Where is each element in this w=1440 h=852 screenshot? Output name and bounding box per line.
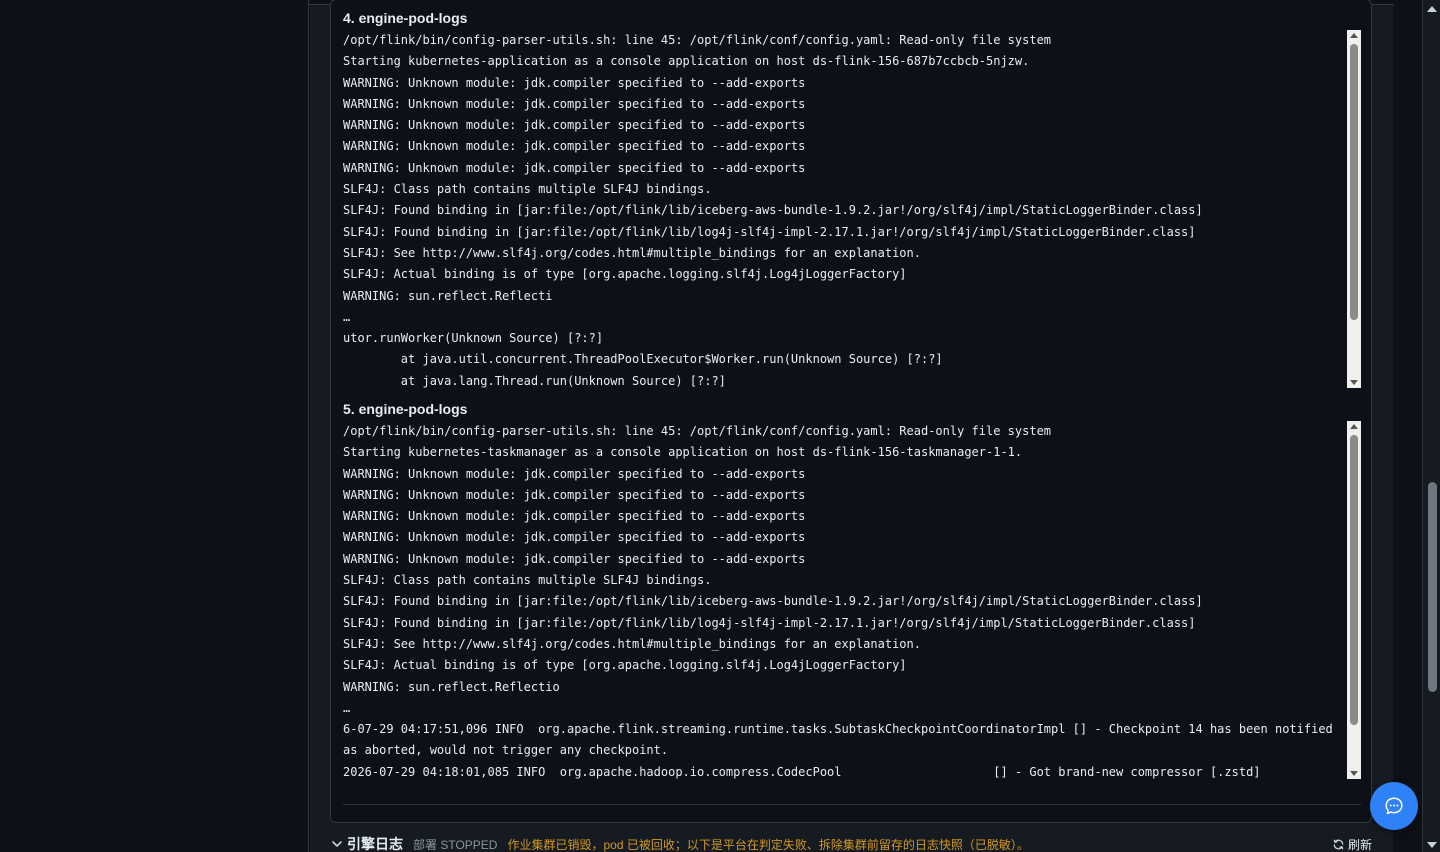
right-gutter (1394, 0, 1422, 852)
scroll-down-arrow-icon[interactable] (1350, 380, 1358, 385)
left-sidebar (0, 0, 309, 852)
log-line: /opt/flink/bin/config-parser-utils.sh: l… (343, 33, 1052, 47)
page-scroll-down-icon[interactable] (1427, 842, 1437, 848)
log-lines: /opt/flink/bin/config-parser-utils.sh: l… (343, 421, 1341, 779)
log-line: … (343, 309, 351, 324)
engine-log-title: 引擎日志 (347, 836, 403, 852)
log-line: SLF4J: Class path contains multiple SLF4… (343, 182, 712, 197)
log-line: WARNING: Unknown module: jdk.compiler sp… (343, 96, 806, 111)
log-line: WARNING: Unknown module: jdk.compiler sp… (343, 118, 806, 133)
chat-bubble-icon (1385, 797, 1403, 815)
chevron-down-icon[interactable] (330, 837, 344, 851)
log-line: WARNING: Unknown module: jdk.compiler sp… (343, 530, 806, 545)
log-line: at java.lang.Thread.run(Unknown Source) … (343, 373, 726, 388)
log-line: SLF4J: Found binding in [jar:file:/opt/f… (343, 203, 1203, 218)
cluster-destroyed-warning: 作业集群已销毁，pod 已被回收；以下是平台在判定失败、拆除集群前留存的日志快照… (507, 837, 1029, 852)
log-line: SLF4J: See http://www.slf4j.org/codes.ht… (343, 245, 921, 260)
scrollbar-thumb[interactable] (1350, 44, 1358, 320)
log-line: utor.runWorker(Unknown Source) [?:?] (343, 331, 604, 346)
log-line: … (343, 700, 351, 715)
log-line: /opt/flink/bin/config-parser-utils.sh: l… (343, 424, 1052, 438)
log-section-4: 4. engine-pod-logs /opt/flink/bin/config… (343, 8, 1361, 388)
log-viewer[interactable]: /opt/flink/bin/config-parser-utils.sh: l… (343, 30, 1361, 388)
refresh-label: 刷新 (1347, 837, 1372, 852)
scrollbar-thumb[interactable] (1350, 435, 1358, 725)
refresh-icon (1333, 839, 1344, 849)
section-title: 4. engine-pod-logs (343, 10, 468, 26)
log-line: SLF4J: Found binding in [jar:file:/opt/f… (343, 224, 1196, 239)
log-viewer[interactable]: /opt/flink/bin/config-parser-utils.sh: l… (343, 421, 1361, 779)
scroll-up-arrow-icon[interactable] (1350, 424, 1358, 429)
scroll-up-arrow-icon[interactable] (1350, 33, 1358, 38)
scroll-down-arrow-icon[interactable] (1350, 771, 1358, 776)
logs-card: 4. engine-pod-logs /opt/flink/bin/config… (330, 0, 1372, 823)
log-line: SLF4J: Class path contains multiple SLF4… (343, 573, 712, 588)
log-section-5: 5. engine-pod-logs /opt/flink/bin/config… (343, 399, 1361, 779)
log-line: 6-07-29 04:17:51,096 INFO org.apache.fli… (343, 722, 1341, 758)
page-scroll-up-icon[interactable] (1427, 6, 1437, 12)
chat-button[interactable] (1370, 782, 1418, 830)
log-line: WARNING: Unknown module: jdk.compiler sp… (343, 487, 806, 502)
log-line: SLF4J: See http://www.slf4j.org/codes.ht… (343, 636, 921, 651)
card-divider (343, 804, 1361, 805)
log-line: WARNING: Unknown module: jdk.compiler sp… (343, 509, 806, 524)
log-scrollbar[interactable] (1347, 30, 1361, 388)
main-content: 4. engine-pod-logs /opt/flink/bin/config… (310, 0, 1393, 852)
log-line: at java.util.concurrent.ThreadPoolExecut… (343, 352, 943, 367)
log-line: SLF4J: Actual binding is of type [org.ap… (343, 267, 907, 282)
app-root: 4. engine-pod-logs /opt/flink/bin/config… (0, 0, 1440, 852)
log-line: SLF4J: Found binding in [jar:file:/opt/f… (343, 615, 1196, 630)
log-line: WARNING: Unknown module: jdk.compiler sp… (343, 160, 806, 175)
log-line: WARNING: sun.reflect.Reflectio (343, 679, 560, 694)
log-line: 2026-07-29 04:18:01,085 INFO org.apache.… (343, 764, 1261, 779)
log-line: WARNING: sun.reflect.Reflecti (343, 288, 553, 303)
log-line: Starting kubernetes-taskmanager as a con… (343, 445, 1023, 460)
log-line: WARNING: Unknown module: jdk.compiler sp… (343, 551, 806, 566)
log-line: WARNING: Unknown module: jdk.compiler sp… (343, 466, 806, 481)
deploy-status-badge: 部署 STOPPED (413, 837, 498, 852)
log-lines: /opt/flink/bin/config-parser-utils.sh: l… (343, 30, 1341, 388)
page-scroll-thumb[interactable] (1428, 482, 1437, 692)
log-line: Starting kubernetes-application as a con… (343, 54, 1030, 69)
log-line: SLF4J: Actual binding is of type [org.ap… (343, 658, 907, 673)
log-line: WARNING: Unknown module: jdk.compiler sp… (343, 139, 806, 154)
section-title: 5. engine-pod-logs (343, 401, 468, 417)
page-scrollbar[interactable] (1422, 0, 1440, 852)
engine-log-header[interactable]: 引擎日志 部署 STOPPED 作业集群已销毁，pod 已被回收；以下是平台在判… (330, 833, 1372, 852)
refresh-button[interactable]: 刷新 (1332, 836, 1372, 852)
log-line: WARNING: Unknown module: jdk.compiler sp… (343, 75, 806, 90)
log-scrollbar[interactable] (1347, 421, 1361, 779)
log-line: SLF4J: Found binding in [jar:file:/opt/f… (343, 594, 1203, 609)
